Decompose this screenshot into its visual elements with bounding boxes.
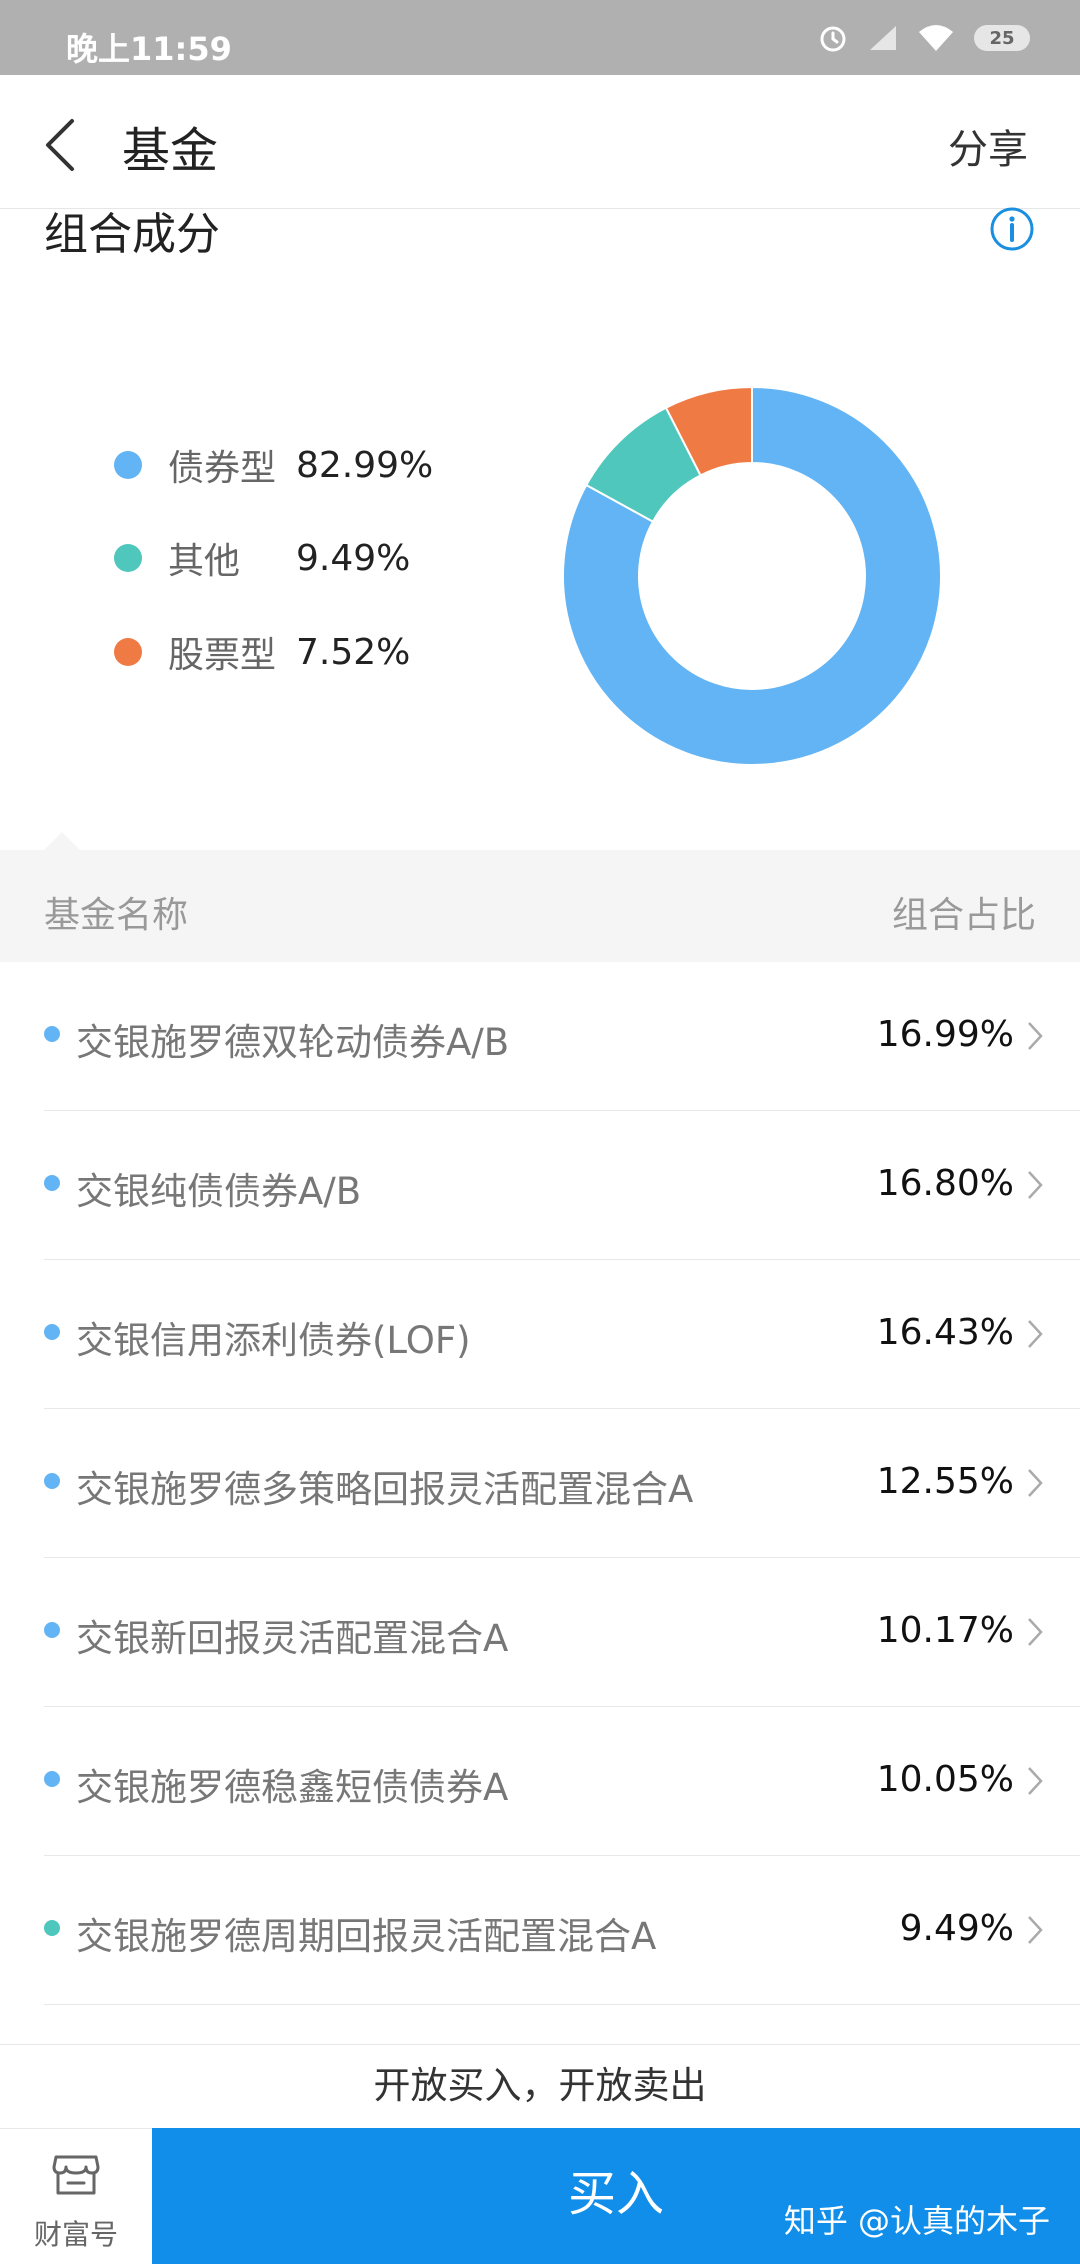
legend-dot xyxy=(114,451,142,479)
fund-ratio: 9.49% xyxy=(899,1908,1014,1949)
row-dot xyxy=(44,1175,60,1191)
chevron-right-icon xyxy=(1028,1469,1043,1497)
legend-label: 其他 xyxy=(168,541,241,582)
table-row[interactable]: 交银施罗德稳鑫短债债券A 10.05% xyxy=(0,1707,1080,1856)
wealth-button[interactable]: 财富号 xyxy=(0,2128,152,2264)
row-dot xyxy=(44,1324,60,1340)
chevron-right-icon xyxy=(1028,1022,1043,1050)
legend-item: 股票型 7.52% xyxy=(114,622,410,682)
section-pointer xyxy=(44,832,80,850)
chevron-right-icon xyxy=(1028,1618,1043,1646)
fund-ratio: 16.80% xyxy=(876,1163,1014,1204)
chevron-right-icon xyxy=(1028,1767,1043,1795)
table-row[interactable]: 交银施罗德双轮动债券A/B 16.99% xyxy=(0,962,1080,1111)
table-row[interactable]: 交银纯债债券A/B 16.80% xyxy=(0,1111,1080,1260)
legend-value: 82.99% xyxy=(296,444,434,486)
composition-title: 组合成分 xyxy=(44,209,220,260)
fund-ratio: 10.05% xyxy=(876,1759,1014,1800)
chevron-right-icon xyxy=(1028,1171,1043,1199)
fund-ratio: 10.17% xyxy=(876,1610,1014,1651)
chevron-right-icon xyxy=(1028,1916,1043,1944)
legend-label: 债券型 xyxy=(168,448,277,489)
trade-status: 开放买入，开放卖出 xyxy=(0,2044,1080,2129)
table-row[interactable]: 交银新回报灵活配置混合A 10.17% xyxy=(0,1558,1080,1707)
fund-name: 交银施罗德周期回报灵活配置混合A xyxy=(76,1915,657,1958)
status-icons: 25 xyxy=(818,22,1030,54)
legend-item: 债券型 82.99% xyxy=(114,435,433,495)
watermark: 知乎 @认真的木子 xyxy=(783,2202,1050,2240)
chevron-right-icon xyxy=(1028,1320,1043,1348)
battery-icon: 25 xyxy=(974,25,1030,51)
alarm-icon xyxy=(820,26,846,52)
status-time: 晚上11:59 xyxy=(66,30,232,68)
wealth-label: 财富号 xyxy=(33,2218,118,2251)
status-bar: 晚上11:59 25 xyxy=(0,0,1080,75)
donut-chart xyxy=(562,385,942,766)
fund-name: 交银施罗德稳鑫短债债券A xyxy=(76,1766,509,1809)
page-title: 基金 xyxy=(122,123,219,179)
info-icon[interactable] xyxy=(989,206,1035,252)
fund-ratio: 16.99% xyxy=(876,1014,1014,1055)
legend-dot xyxy=(114,544,142,572)
fund-ratio: 16.43% xyxy=(876,1312,1014,1353)
back-arrow-icon[interactable] xyxy=(38,115,88,175)
signal-icon xyxy=(870,26,896,50)
legend-item: 其他 9.49% xyxy=(114,528,410,588)
legend-dot xyxy=(114,638,142,666)
row-dot xyxy=(44,1026,60,1042)
store-icon xyxy=(52,2155,100,2195)
fund-name: 交银施罗德多策略回报灵活配置混合A xyxy=(76,1468,694,1511)
table-row[interactable]: 交银信用添利债券(LOF) 16.43% xyxy=(0,1260,1080,1409)
fund-name: 交银新回报灵活配置混合A xyxy=(76,1617,509,1660)
row-dot xyxy=(44,1622,60,1638)
wifi-icon xyxy=(919,25,953,51)
column-fund-name: 基金名称 xyxy=(44,895,189,936)
fund-name: 交银施罗德双轮动债券A/B xyxy=(76,1021,510,1064)
column-ratio: 组合占比 xyxy=(891,895,1036,936)
fund-name: 交银纯债债券A/B xyxy=(76,1170,362,1213)
battery-level: 25 xyxy=(989,27,1015,49)
fund-name: 交银信用添利债券(LOF) xyxy=(76,1319,471,1362)
table-row[interactable]: 交银施罗德多策略回报灵活配置混合A 12.55% xyxy=(0,1409,1080,1558)
legend-label: 股票型 xyxy=(168,635,277,676)
table-row[interactable]: 交银施罗德周期回报灵活配置混合A 9.49% xyxy=(0,1856,1080,2005)
app-header: 基金 分享 xyxy=(0,75,1080,209)
row-divider xyxy=(44,2004,1080,2005)
row-dot xyxy=(44,1771,60,1787)
row-dot xyxy=(44,1473,60,1489)
legend-value: 7.52% xyxy=(296,631,411,673)
fund-ratio: 12.55% xyxy=(876,1461,1014,1502)
holdings-table-header: 基金名称 组合占比 xyxy=(0,850,1080,962)
share-button[interactable]: 分享 xyxy=(948,117,1028,175)
legend-value: 9.49% xyxy=(296,537,411,579)
row-dot xyxy=(44,1920,60,1936)
